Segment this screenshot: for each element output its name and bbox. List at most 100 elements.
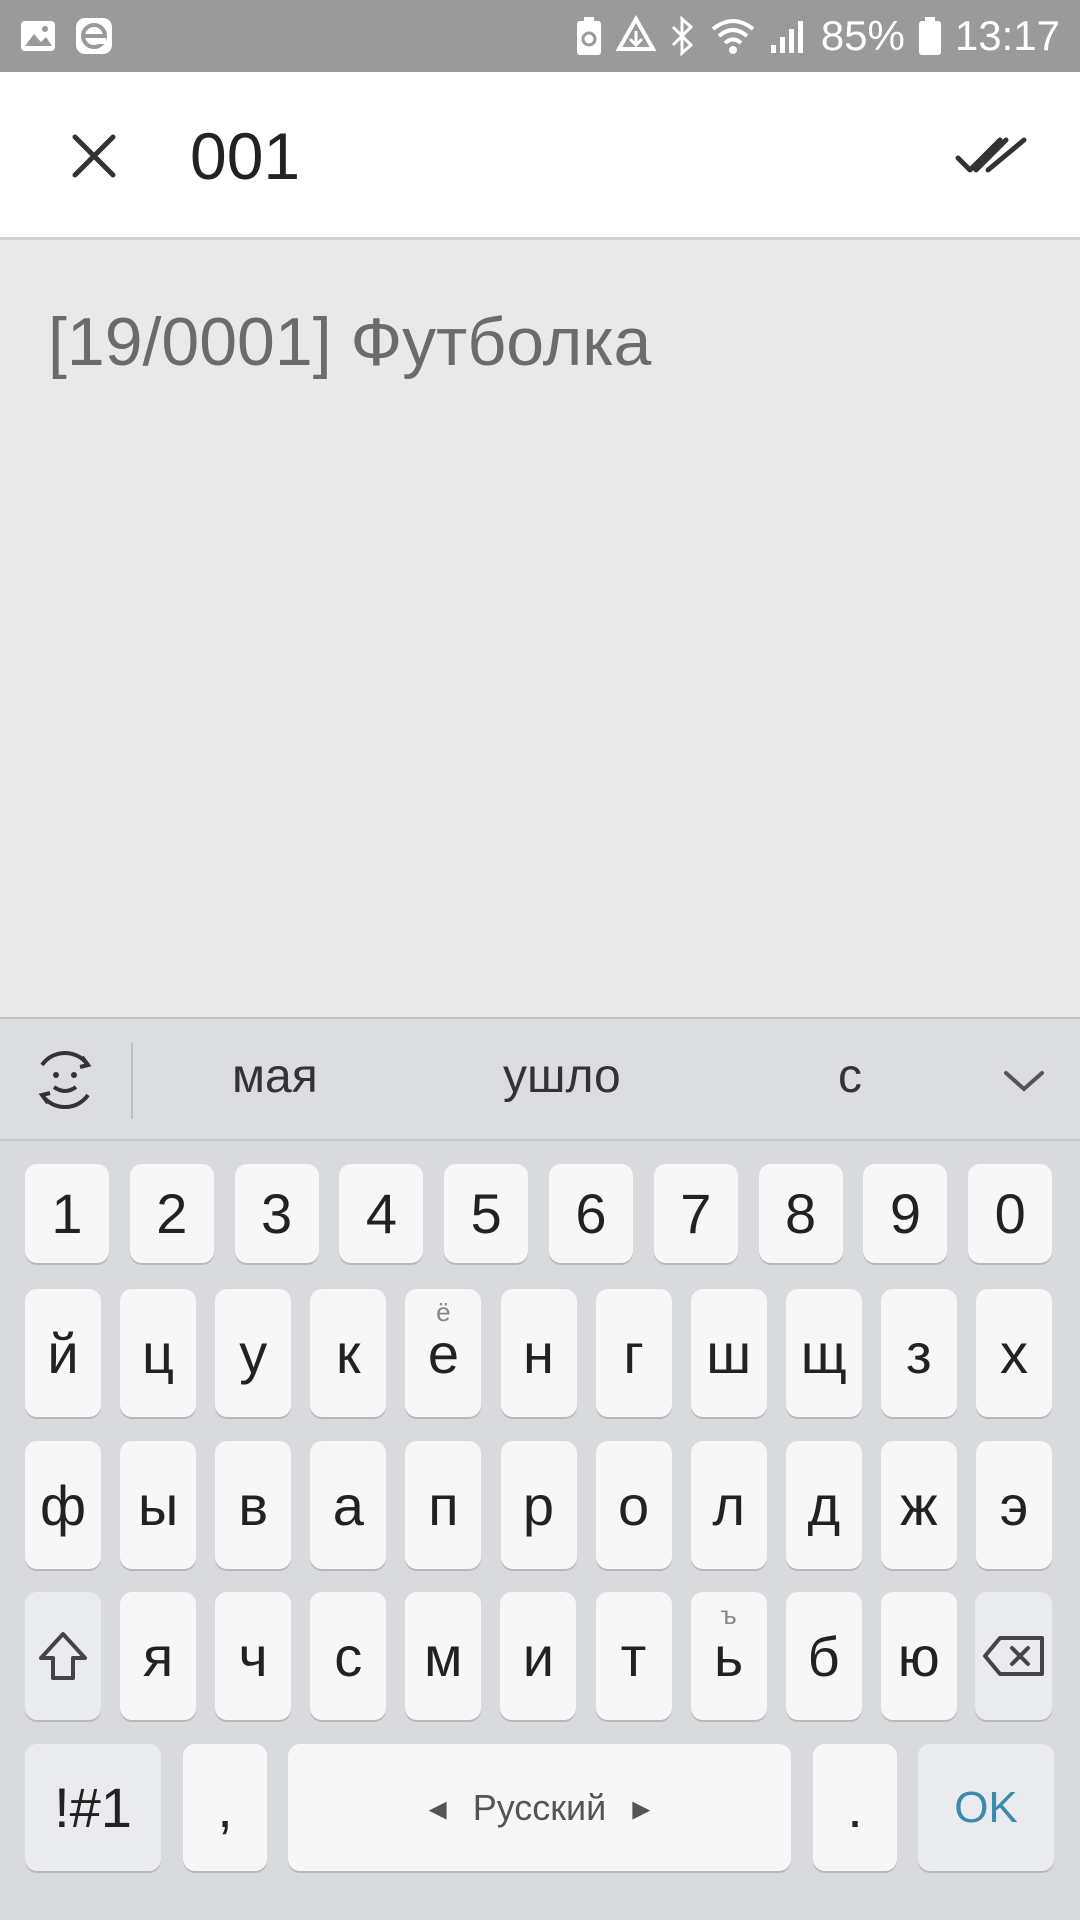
key-hint: ъ bbox=[720, 1600, 737, 1630]
key-label: 3 bbox=[261, 1182, 293, 1245]
key-label: х bbox=[1000, 1321, 1028, 1385]
key-label: е bbox=[427, 1321, 459, 1385]
key-label: ч bbox=[238, 1624, 268, 1688]
period-key[interactable]: . bbox=[813, 1744, 897, 1871]
keyboard: мая ушло с 1234567890йцукеёнгшщзхфывапро… bbox=[0, 1017, 1080, 1920]
backspace-key[interactable] bbox=[975, 1592, 1052, 1720]
signal-icon bbox=[769, 15, 809, 57]
key-letter[interactable]: к bbox=[310, 1289, 387, 1417]
chevron-down-icon bbox=[1004, 1071, 1044, 1092]
comma-key[interactable]: , bbox=[183, 1744, 267, 1871]
key-letter[interactable]: э bbox=[976, 1441, 1052, 1569]
backspace-icon bbox=[982, 1636, 1044, 1676]
key-letter[interactable]: х bbox=[976, 1289, 1052, 1417]
key-label: и bbox=[522, 1624, 555, 1688]
close-icon bbox=[72, 134, 116, 178]
key-number[interactable]: 5 bbox=[444, 1164, 529, 1263]
key-letter[interactable]: ф bbox=[25, 1441, 101, 1569]
shift-icon bbox=[39, 1632, 87, 1680]
results-list: [19/0001] Футболка bbox=[0, 243, 1080, 1017]
key-letter[interactable]: р bbox=[500, 1441, 577, 1569]
key-label: э bbox=[999, 1473, 1029, 1537]
key-letter[interactable]: т bbox=[595, 1592, 672, 1720]
key-label: д bbox=[807, 1473, 841, 1537]
key-label: ы bbox=[137, 1473, 179, 1537]
select-all-button[interactable] bbox=[946, 114, 1036, 198]
chevron-right-icon: ▸ bbox=[632, 1786, 651, 1828]
gallery-icon bbox=[18, 16, 58, 56]
key-label: у bbox=[239, 1321, 268, 1385]
key-letter[interactable]: ч bbox=[215, 1592, 292, 1720]
key-letter[interactable]: у bbox=[215, 1289, 292, 1417]
collapse-keyboard-button[interactable] bbox=[996, 1053, 1052, 1109]
clock: 13:17 bbox=[954, 12, 1060, 59]
key-label: 0 bbox=[994, 1182, 1026, 1245]
key-letter[interactable]: о bbox=[595, 1441, 672, 1569]
key-letter[interactable]: ж bbox=[880, 1441, 957, 1569]
key-letter[interactable]: ю bbox=[880, 1592, 957, 1720]
key-letter[interactable]: ьъ bbox=[690, 1592, 767, 1720]
key-number[interactable]: 4 bbox=[339, 1164, 424, 1263]
key-letter[interactable]: я bbox=[120, 1592, 196, 1720]
key-letter[interactable]: а bbox=[310, 1441, 387, 1569]
space-key[interactable]: ◂ Русский ▸ bbox=[288, 1744, 791, 1871]
edge-icon bbox=[74, 16, 114, 56]
key-letter[interactable]: з bbox=[880, 1289, 957, 1417]
close-button[interactable] bbox=[52, 114, 136, 198]
key-number[interactable]: 9 bbox=[863, 1164, 948, 1263]
key-number[interactable]: 2 bbox=[129, 1164, 214, 1263]
key-label: 4 bbox=[365, 1182, 397, 1245]
key-letter[interactable]: ц bbox=[120, 1289, 197, 1417]
suggestion-2[interactable]: ушло bbox=[503, 1049, 621, 1104]
key-letter[interactable]: н bbox=[500, 1289, 577, 1417]
key-label: 7 bbox=[680, 1182, 712, 1245]
key-letter[interactable]: м bbox=[405, 1592, 482, 1720]
key-number[interactable]: 6 bbox=[549, 1164, 633, 1263]
key-letter[interactable]: г bbox=[595, 1289, 672, 1417]
shift-key[interactable] bbox=[25, 1592, 101, 1720]
wifi-icon bbox=[709, 15, 757, 57]
key-label: п bbox=[428, 1473, 459, 1537]
key-number[interactable]: 1 bbox=[25, 1164, 109, 1263]
key-label: ш bbox=[706, 1321, 752, 1385]
result-item[interactable]: [19/0001] Футболка bbox=[48, 303, 651, 381]
key-label: н bbox=[523, 1321, 554, 1385]
battery-percent: 85% bbox=[820, 12, 905, 59]
suggestion-bar: мая ушло с bbox=[0, 1019, 1080, 1141]
suggestion-1[interactable]: мая bbox=[232, 1049, 318, 1104]
key-letter[interactable]: в bbox=[215, 1441, 292, 1569]
key-letter[interactable]: й bbox=[25, 1289, 101, 1417]
emoji-button[interactable] bbox=[28, 1043, 102, 1117]
key-hint: ё bbox=[436, 1297, 451, 1327]
search-header bbox=[0, 72, 1080, 240]
key-number[interactable]: 7 bbox=[653, 1164, 738, 1263]
key-label: 5 bbox=[470, 1182, 502, 1245]
key-letter[interactable]: с bbox=[310, 1592, 387, 1720]
suggestion-3[interactable]: с bbox=[838, 1049, 862, 1104]
key-letter[interactable]: её bbox=[405, 1289, 482, 1417]
key-label: с bbox=[334, 1624, 363, 1688]
key-letter[interactable]: п bbox=[405, 1441, 482, 1569]
key-label: ц bbox=[142, 1321, 175, 1385]
search-input[interactable] bbox=[190, 108, 910, 204]
double-check-icon bbox=[955, 137, 1027, 173]
battery-saver-icon bbox=[575, 15, 603, 57]
ok-key[interactable]: OK bbox=[918, 1744, 1054, 1871]
key-label: 8 bbox=[785, 1182, 817, 1245]
key-letter[interactable]: ы bbox=[120, 1441, 197, 1569]
key-number[interactable]: 8 bbox=[758, 1164, 843, 1263]
key-letter[interactable]: ш bbox=[690, 1289, 767, 1417]
key-label: б bbox=[807, 1624, 840, 1688]
key-label: 9 bbox=[889, 1182, 921, 1245]
key-letter[interactable]: б bbox=[785, 1592, 862, 1720]
language-label: Русский bbox=[472, 1786, 607, 1828]
symbols-key[interactable]: !#1 bbox=[25, 1744, 161, 1871]
key-letter[interactable]: щ bbox=[785, 1289, 862, 1417]
suggestion-divider bbox=[131, 1043, 133, 1119]
key-letter[interactable]: и bbox=[500, 1592, 577, 1720]
key-number[interactable]: 0 bbox=[968, 1164, 1053, 1263]
key-letter[interactable]: л bbox=[690, 1441, 767, 1569]
key-number[interactable]: 3 bbox=[234, 1164, 319, 1263]
key-label: л bbox=[712, 1473, 746, 1537]
key-letter[interactable]: д bbox=[785, 1441, 862, 1569]
